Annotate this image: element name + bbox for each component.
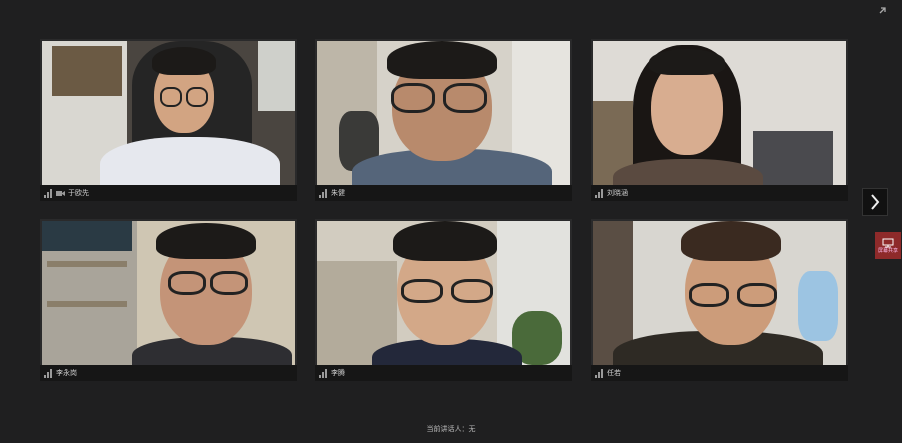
next-page-button[interactable]: [862, 188, 888, 216]
participant-video: [593, 41, 846, 185]
participant-video: [317, 41, 570, 185]
participant-tile[interactable]: 朱健: [315, 39, 572, 201]
participant-name: 刘晓涵: [607, 189, 628, 197]
participant-tile[interactable]: 李腾: [315, 219, 572, 381]
collapse-icon[interactable]: [878, 0, 890, 14]
participant-name-bar: 于欧先: [40, 185, 297, 201]
video-grid: 于欧先 朱健 刘晓涵 李永岗 李腾 任若: [0, 0, 902, 443]
signal-icon: [595, 368, 603, 378]
participant-tile[interactable]: 于欧先: [40, 39, 297, 201]
participant-name: 于欧先: [68, 189, 89, 197]
participant-name: 任若: [607, 369, 621, 377]
participant-name-bar: 任若: [591, 365, 848, 381]
participant-tile[interactable]: 李永岗: [40, 219, 297, 381]
participant-name: 李永岗: [56, 369, 77, 377]
participant-name-bar: 刘晓涵: [591, 185, 848, 201]
signal-icon: [44, 368, 52, 378]
screen-share-label: 屏幕共享: [877, 247, 898, 254]
camera-icon: [56, 190, 65, 196]
chevron-right-icon: [871, 194, 880, 210]
signal-icon: [319, 368, 327, 378]
signal-icon: [44, 188, 52, 198]
participant-name-bar: 朱健: [315, 185, 572, 201]
participant-video: [317, 221, 570, 365]
participant-tile[interactable]: 任若: [591, 219, 848, 381]
screen-share-icon: [882, 238, 894, 247]
participant-name: 李腾: [331, 369, 345, 377]
signal-icon: [595, 188, 603, 198]
participant-video: [593, 221, 846, 365]
participant-tile[interactable]: 刘晓涵: [591, 39, 848, 201]
signal-icon: [319, 188, 327, 198]
current-speaker-text: 当前讲话人：无: [426, 425, 476, 433]
participant-name-bar: 李永岗: [40, 365, 297, 381]
participant-video: [42, 221, 295, 365]
participant-name-bar: 李腾: [315, 365, 572, 381]
participant-name: 朱健: [331, 189, 345, 197]
participant-video: [42, 41, 295, 185]
screen-share-button[interactable]: 屏幕共享: [875, 232, 901, 259]
